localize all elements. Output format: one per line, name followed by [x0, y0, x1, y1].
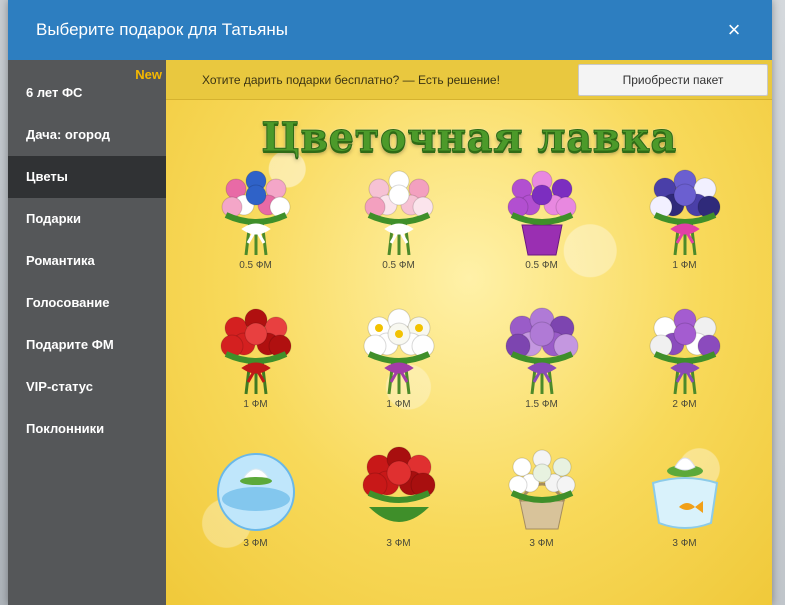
sidebar-item[interactable]: Цветы	[8, 156, 182, 198]
red-rose-bouquet-icon	[220, 308, 291, 395]
sidebar-item-label: Цветы	[26, 169, 68, 184]
sidebar-item-label: Голосование	[26, 295, 110, 310]
sidebar-item[interactable]: Подарите ФМ	[8, 324, 166, 366]
gift-dialog: Выберите подарок для Татьяны × 6 лет ФС N…	[8, 0, 772, 605]
dialog-body: 6 лет ФС New Дача: огород Цветы Подарки Роман…	[8, 60, 772, 605]
gift-price: 3 ФМ	[672, 538, 697, 549]
gift-grid: 0.5 ФМ 0.5 ФМ 0.5 ФМ 1 ФМ 1 ФМ 1 ФМ 1.5 ФМ 2 ФМ…	[166, 158, 772, 575]
gift-item[interactable]: 1 ФМ	[184, 297, 327, 436]
gift-price: 0.5 ФМ	[239, 260, 272, 271]
white-pink-rose-bouquet-icon	[364, 170, 433, 256]
gift-item[interactable]: 3 ФМ	[327, 436, 470, 575]
background-page-right	[772, 0, 785, 605]
sidebar-item-label: Дача: огород	[26, 127, 110, 142]
red-anthurium-bouquet-icon	[362, 446, 435, 522]
gift-item[interactable]: 0.5 ФМ	[470, 158, 613, 297]
gift-item[interactable]: 0.5 ФМ	[184, 158, 327, 297]
background-page-left	[0, 0, 8, 605]
gift-price: 3 ФМ	[243, 538, 268, 549]
promo-text: Хотите дарить подарки бесплатно? — Есть …	[202, 72, 500, 87]
gift-price: 0.5 ФМ	[382, 260, 415, 271]
close-button[interactable]: ×	[724, 19, 744, 41]
sidebar-item-label: VIP-статус	[26, 379, 93, 394]
dialog-title: Выберите подарок для Татьяны	[36, 20, 288, 39]
gift-price: 1 ФМ	[386, 399, 411, 410]
gift-item[interactable]: 1 ФМ	[613, 158, 756, 297]
sidebar-item-label: 6 лет ФС	[26, 85, 83, 100]
gift-price: 3 ФМ	[386, 538, 411, 549]
gift-price: 1 ФМ	[672, 260, 697, 271]
tulip-basket-icon	[508, 449, 575, 530]
water-lily-bowl-icon	[216, 453, 295, 531]
sidebar-item[interactable]: 6 лет ФС New	[8, 68, 166, 114]
gift-item[interactable]: 3 ФМ	[470, 436, 613, 575]
sidebar-item[interactable]: Романтика	[8, 240, 166, 282]
gift-shop-panel: Хотите дарить подарки бесплатно? — Есть …	[166, 60, 772, 605]
new-badge: New	[135, 67, 162, 82]
gift-price: 1.5 ФМ	[525, 399, 558, 410]
dialog-header: Выберите подарок для Татьяны ×	[8, 0, 772, 60]
gift-item[interactable]: 1.5 ФМ	[470, 297, 613, 436]
promo-bar: Хотите дарить подарки бесплатно? — Есть …	[166, 60, 772, 100]
tulip-lilac-bouquet-icon	[649, 308, 720, 395]
goldfish-lotus-bowl-icon	[651, 457, 718, 529]
sidebar-item-label: Романтика	[26, 253, 95, 268]
shop-title: Цветочная лавка	[261, 114, 677, 162]
buy-package-button[interactable]: Приобрести пакет	[578, 63, 768, 96]
gift-price: 0.5 ФМ	[525, 260, 558, 271]
sidebar-item[interactable]: Подарки	[8, 198, 166, 240]
sidebar-item[interactable]: Голосование	[8, 282, 166, 324]
gift-item[interactable]: 0.5 ФМ	[327, 158, 470, 297]
sidebar-item[interactable]: Дача: огород	[8, 114, 166, 156]
gift-item[interactable]: 1 ФМ	[327, 297, 470, 436]
lilac-bouquet-icon	[505, 307, 578, 395]
pink-rose-bouquet-icon	[221, 170, 290, 256]
gift-price: 3 ФМ	[529, 538, 554, 549]
sidebar-item[interactable]: Поклонники	[8, 408, 166, 450]
sidebar-item-label: Подарите ФМ	[26, 337, 114, 352]
category-list: 6 лет ФС New Дача: огород Цветы Подарки Роман…	[8, 60, 182, 450]
gift-item[interactable]: 2 ФМ	[613, 297, 756, 436]
gift-price: 1 ФМ	[243, 399, 268, 410]
daisy-bouquet-icon	[363, 308, 434, 395]
category-sidebar: 6 лет ФС New Дача: огород Цветы Подарки Роман…	[8, 60, 182, 605]
potted-violets-icon	[507, 170, 576, 256]
gift-item[interactable]: 3 ФМ	[613, 436, 756, 575]
sidebar-item[interactable]: VIP-статус	[8, 366, 166, 408]
gift-price: 2 ФМ	[672, 399, 697, 410]
sidebar-item-label: Подарки	[26, 211, 82, 226]
gift-item[interactable]: 3 ФМ	[184, 436, 327, 575]
pansy-bouquet-icon	[649, 169, 720, 256]
sidebar-item-label: Поклонники	[26, 421, 105, 436]
